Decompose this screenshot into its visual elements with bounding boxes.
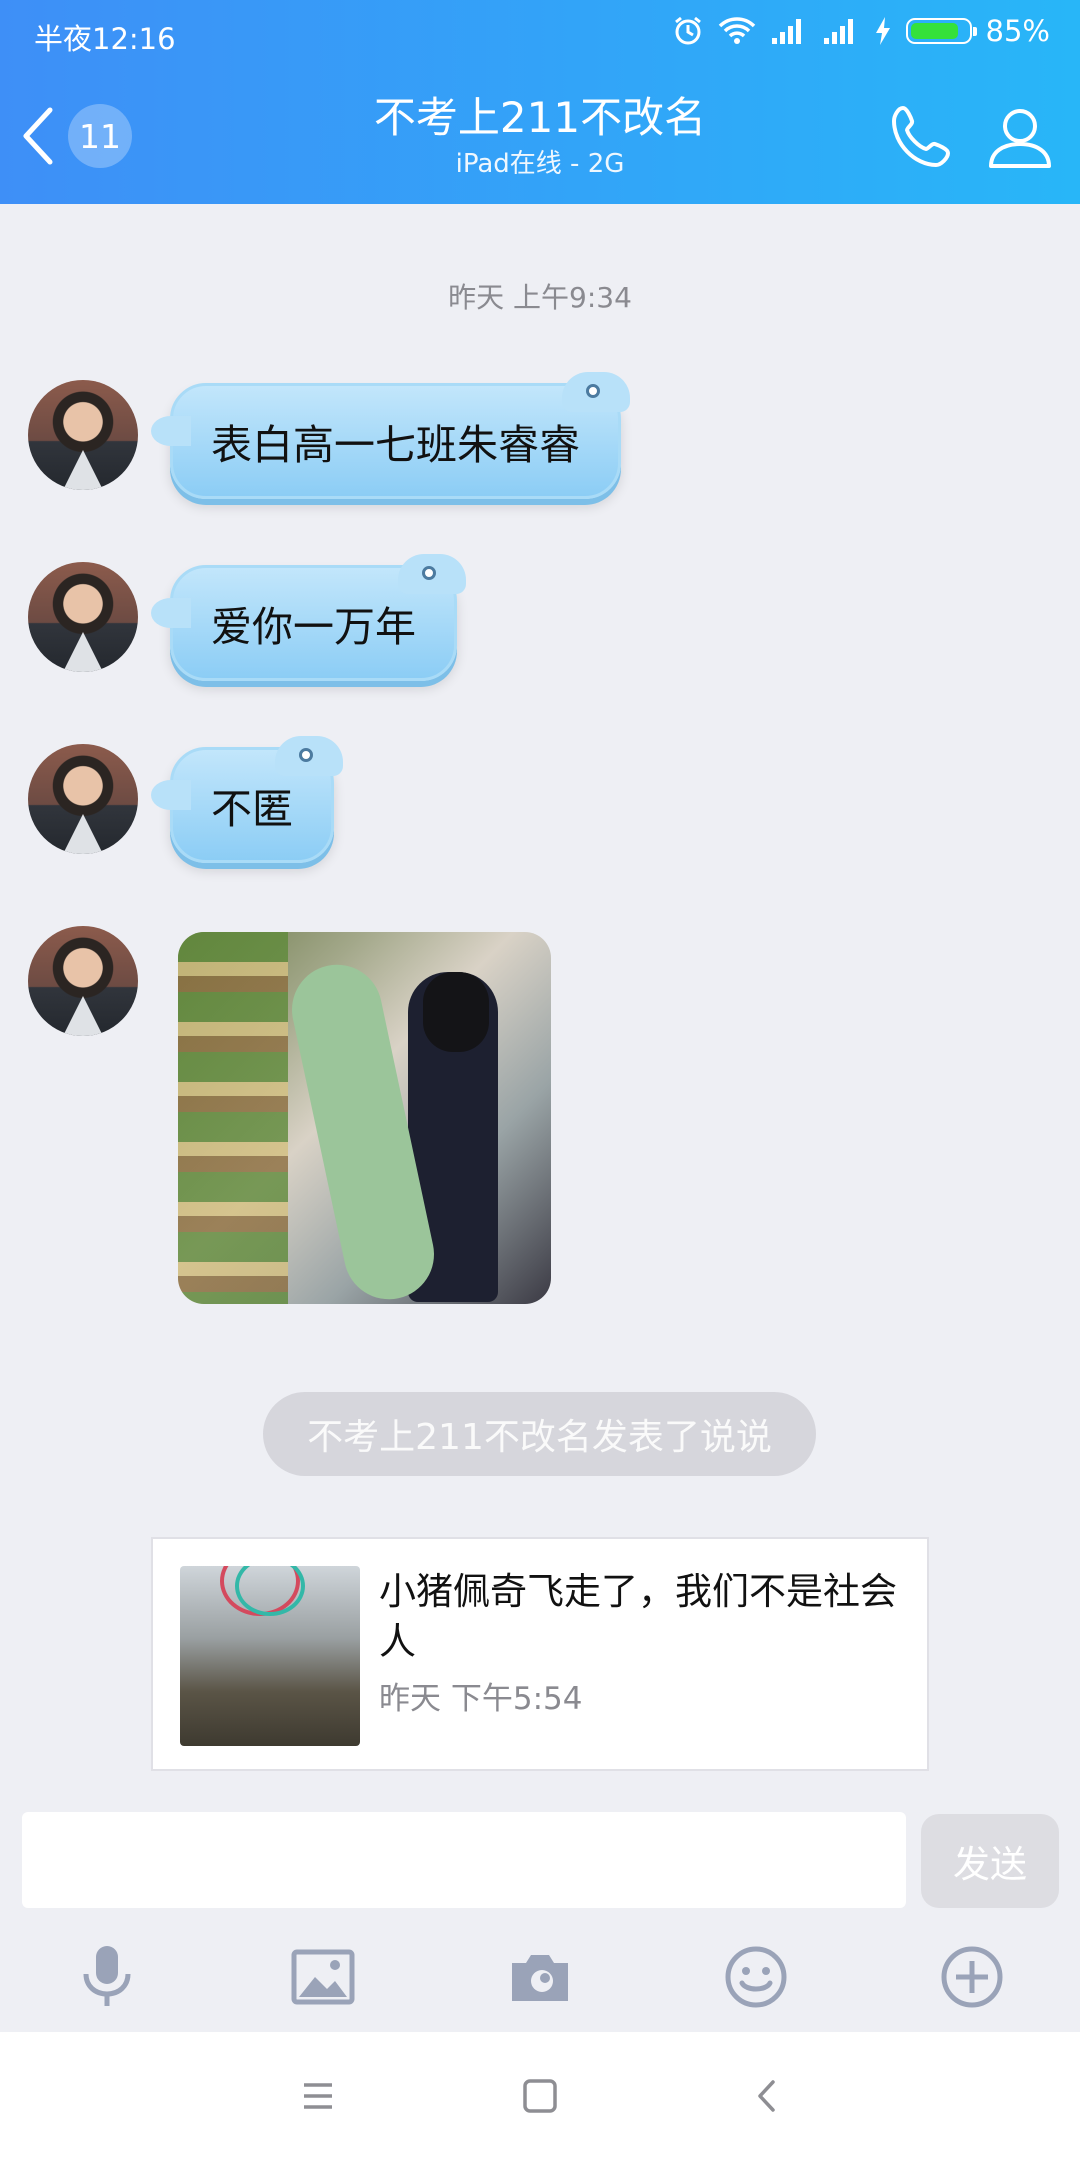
message-bubble[interactable]: 不匿 <box>151 736 343 863</box>
phone-icon[interactable] <box>885 100 959 174</box>
battery-icon <box>905 18 977 44</box>
message-input[interactable] <box>22 1812 906 1908</box>
chevron-left-icon <box>23 107 53 165</box>
input-toolbar <box>0 1920 1080 2030</box>
avatar[interactable] <box>28 562 138 672</box>
chat-title-block[interactable]: 不考上211不改名 iPad在线 - 2G <box>240 90 840 182</box>
bubble-decoration <box>299 748 313 762</box>
menu-icon[interactable] <box>292 2070 344 2122</box>
photo-shelf <box>178 932 288 1304</box>
signal-icon <box>823 19 853 44</box>
feed-time: 昨天 下午5:54 <box>379 1681 583 1717</box>
chat-subtitle: iPad在线 - 2G <box>455 149 625 179</box>
chat-header: 半夜12:16 85% 11 不考上211不改名 iPad在线 - 2G <box>0 0 1080 204</box>
back-button[interactable]: 11 <box>14 100 144 172</box>
signal-icon <box>771 19 801 44</box>
wifi-icon <box>718 17 755 44</box>
chat-timestamp: 昨天 上午9:34 <box>448 281 632 314</box>
status-icons: 85% <box>672 14 1050 48</box>
battery-level <box>910 23 959 39</box>
avatar[interactable] <box>28 926 138 1036</box>
feed-card[interactable]: 小猪佩奇飞走了，我们不是社会人 昨天 下午5:54 <box>151 1537 929 1771</box>
photo-head <box>423 972 489 1052</box>
avatar[interactable] <box>28 380 138 490</box>
bubble-decoration <box>586 384 600 398</box>
message-text: 表白高一七班朱睿睿 <box>211 421 580 469</box>
message-text: 不匿 <box>211 785 293 833</box>
unread-count-badge: 11 <box>68 104 132 168</box>
system-navbar <box>0 2032 1080 2160</box>
send-button[interactable]: 发送 <box>921 1814 1059 1908</box>
message-bubble[interactable]: 爱你一万年 <box>151 554 466 681</box>
chat-title: 不考上211不改名 <box>373 93 707 142</box>
feed-thumbnail <box>180 1566 360 1746</box>
emoji-icon[interactable] <box>721 1942 791 2012</box>
home-icon[interactable] <box>514 2070 566 2122</box>
alarm-icon <box>674 16 701 45</box>
message-bubble[interactable]: 表白高一七班朱睿睿 <box>151 372 630 499</box>
image-message[interactable] <box>178 932 551 1304</box>
back-icon[interactable] <box>742 2070 794 2122</box>
image-icon[interactable] <box>288 1942 358 2012</box>
battery-percent: 85% <box>985 14 1050 48</box>
system-notice: 不考上211不改名发表了说说 <box>263 1392 816 1476</box>
status-time: 半夜12:16 <box>34 22 176 56</box>
charging-icon <box>875 17 890 45</box>
feed-text: 小猪佩奇飞走了，我们不是社会人 <box>379 1570 897 1663</box>
camera-icon[interactable] <box>505 1942 575 2012</box>
message-text: 爱你一万年 <box>211 603 416 651</box>
microphone-icon[interactable] <box>72 1942 142 2012</box>
profile-icon[interactable] <box>985 102 1055 172</box>
avatar[interactable] <box>28 744 138 854</box>
plus-icon[interactable] <box>937 1942 1007 2012</box>
bubble-decoration <box>422 566 436 580</box>
